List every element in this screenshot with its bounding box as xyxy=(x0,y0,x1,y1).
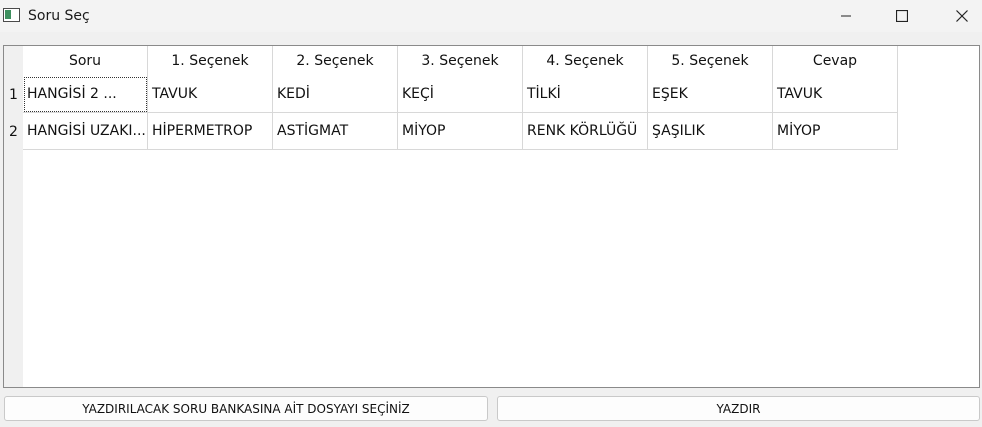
table-cell-soru[interactable]: HANGİSİ UZAKI... xyxy=(23,113,148,150)
table-cell-cevap[interactable]: TAVUK xyxy=(773,76,898,113)
table-cell-soru[interactable]: HANGİSİ 2 ... xyxy=(23,76,148,113)
maximize-icon xyxy=(896,10,908,22)
window-title: Soru Seç xyxy=(28,8,90,24)
column-header-secenek-4[interactable]: 4. Seçenek xyxy=(523,46,648,76)
column-header-secenek-3[interactable]: 3. Seçenek xyxy=(398,46,523,76)
table-cell-secenek-1[interactable]: TAVUK xyxy=(148,76,273,113)
table-cell-secenek-2[interactable]: KEDİ xyxy=(273,76,398,113)
print-button[interactable]: YAZDIR xyxy=(497,396,980,421)
close-icon xyxy=(956,10,968,22)
table-cell-secenek-3[interactable]: MİYOP xyxy=(398,113,523,150)
column-header-row: Soru 1. Seçenek 2. Seçenek 3. Seçenek 4.… xyxy=(23,46,898,76)
soru-sec-window: Soru Seç Soru 1. Seçenek 2. Seçenek 3. S… xyxy=(0,0,982,427)
table-row[interactable]: 1 HANGİSİ 2 ... TAVUK KEDİ KEÇİ TİLKİ EŞ… xyxy=(4,76,898,113)
column-header-secenek-5[interactable]: 5. Seçenek xyxy=(648,46,773,76)
app-window-icon xyxy=(3,8,20,22)
table-cell-secenek-5[interactable]: EŞEK xyxy=(648,76,773,113)
column-header-secenek-1[interactable]: 1. Seçenek xyxy=(148,46,273,76)
column-header-cevap[interactable]: Cevap xyxy=(773,46,898,76)
table-cell-secenek-5[interactable]: ŞAŞILIK xyxy=(648,113,773,150)
row-header[interactable]: 1 xyxy=(4,76,23,113)
table-cell-secenek-3[interactable]: KEÇİ xyxy=(398,76,523,113)
maximize-button[interactable] xyxy=(874,0,930,32)
column-header-secenek-2[interactable]: 2. Seçenek xyxy=(273,46,398,76)
select-question-bank-file-button[interactable]: YAZDIRILACAK SORU BANKASINA AİT DOSYAYI … xyxy=(4,396,488,421)
table-cell-secenek-4[interactable]: RENK KÖRLÜĞÜ xyxy=(523,113,648,150)
table-cell-secenek-4[interactable]: TİLKİ xyxy=(523,76,648,113)
table-row[interactable]: 2 HANGİSİ UZAKI... HİPERMETROP ASTİGMAT … xyxy=(4,113,898,150)
minimize-button[interactable] xyxy=(818,0,874,32)
table-cell-secenek-2[interactable]: ASTİGMAT xyxy=(273,113,398,150)
table-body: 1 HANGİSİ 2 ... TAVUK KEDİ KEÇİ TİLKİ EŞ… xyxy=(4,76,898,150)
close-button[interactable] xyxy=(934,0,982,32)
title-bar[interactable]: Soru Seç xyxy=(0,0,982,32)
table-cell-secenek-1[interactable]: HİPERMETROP xyxy=(148,113,273,150)
row-header[interactable]: 2 xyxy=(4,113,23,150)
question-table[interactable]: Soru 1. Seçenek 2. Seçenek 3. Seçenek 4.… xyxy=(3,45,980,388)
minimize-icon xyxy=(841,15,851,17)
table-corner-button[interactable] xyxy=(4,46,23,76)
table-cell-cevap[interactable]: MİYOP xyxy=(773,113,898,150)
column-header-soru[interactable]: Soru xyxy=(23,46,148,76)
